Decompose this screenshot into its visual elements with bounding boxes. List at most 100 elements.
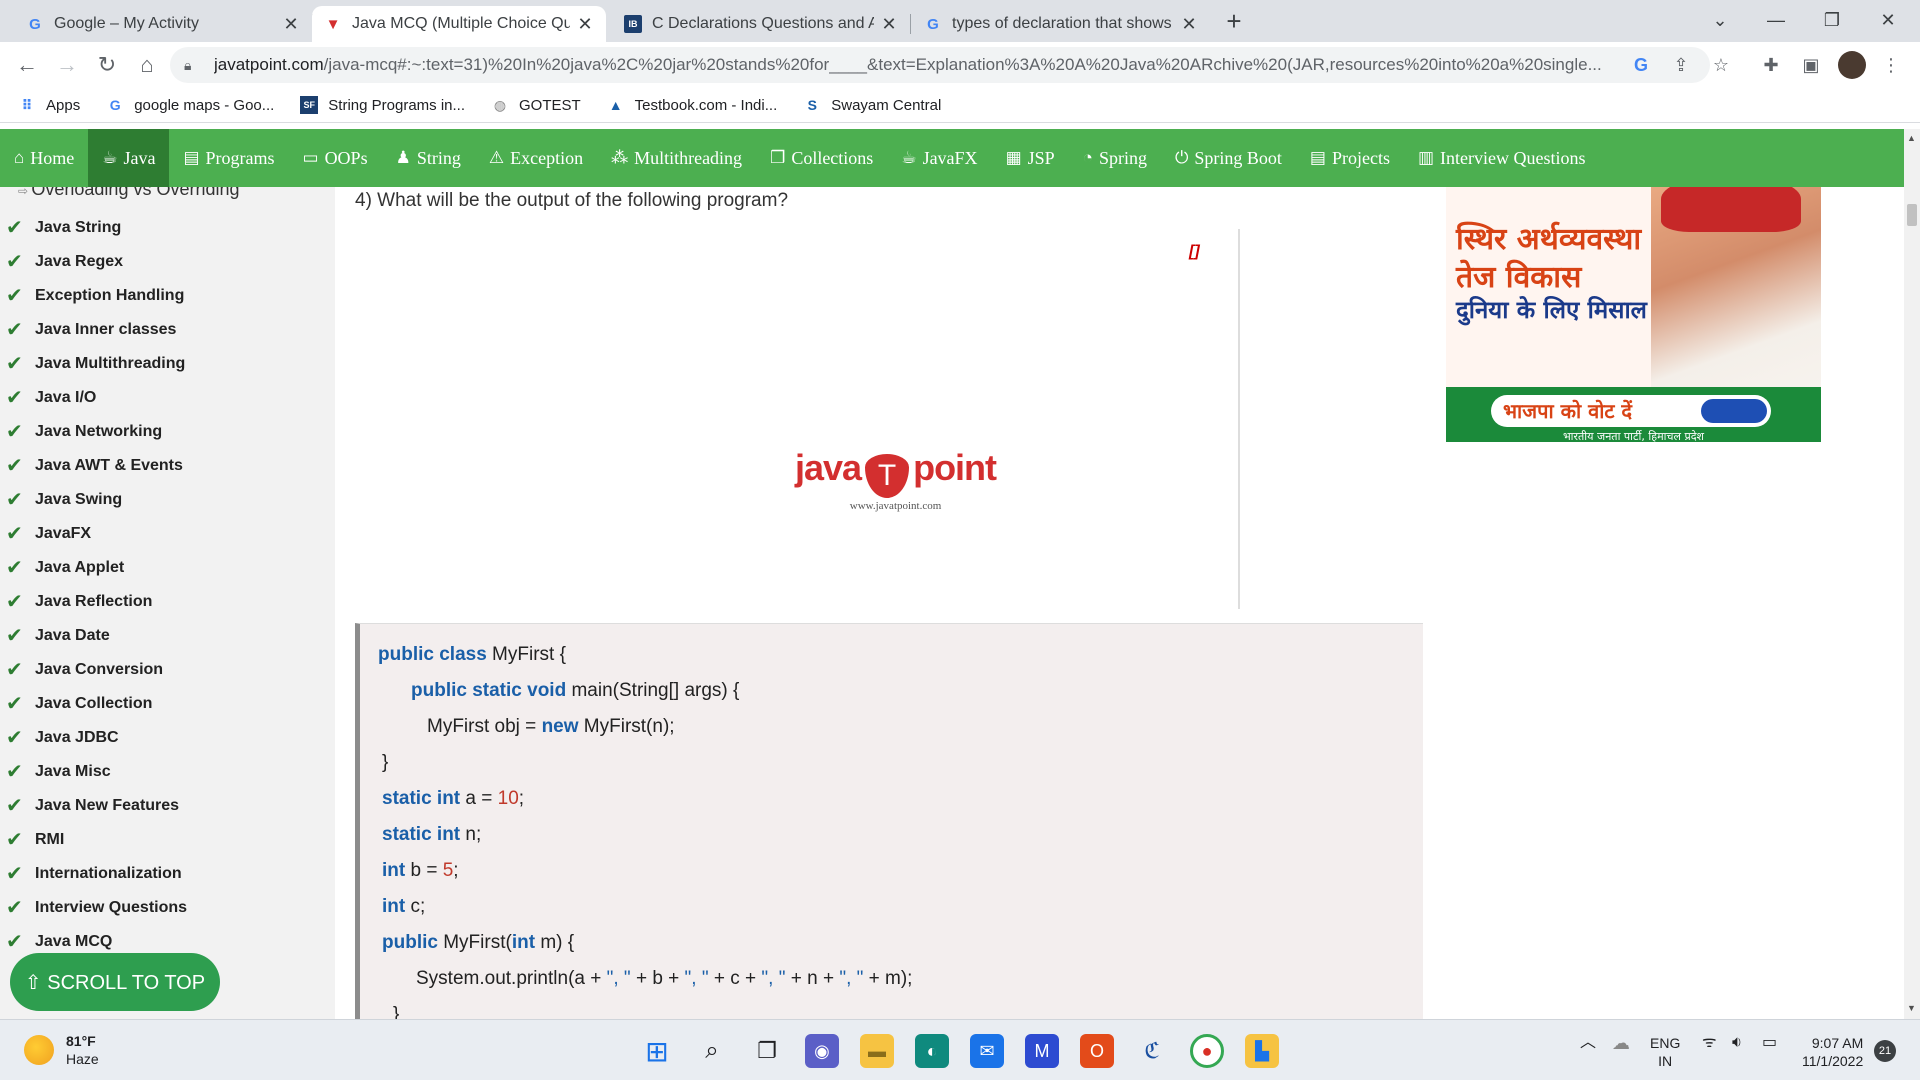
- scroll-thumb[interactable]: [1907, 204, 1917, 226]
- show-hidden-icons-chevron-icon[interactable]: ︿: [1580, 1034, 1596, 1052]
- bookmark-swayam[interactable]: S Swayam Central: [803, 96, 942, 114]
- side-panel-icon[interactable]: ▣: [1798, 52, 1824, 78]
- sidebar-item-java-awt-events[interactable]: ✔ Java AWT & Events: [6, 453, 183, 478]
- home-button[interactable]: ⌂: [132, 50, 162, 80]
- close-window-button[interactable]: ✕: [1860, 0, 1916, 40]
- address-bar[interactable]: 🔒︎ javatpoint.com/java-mcq#:~:text=31)%2…: [170, 47, 1710, 83]
- clock[interactable]: 9:07 AM 11/1/2022: [1802, 1034, 1863, 1070]
- nav-interview-questions[interactable]: ▥ Interview Questions: [1404, 129, 1600, 187]
- sidebar-item-exception-handling[interactable]: ✔ Exception Handling: [6, 283, 184, 308]
- nav-oops[interactable]: ▭ OOPs: [289, 129, 382, 187]
- notification-badge[interactable]: 21: [1874, 1040, 1896, 1062]
- notes-icon[interactable]: ▙: [1245, 1034, 1279, 1068]
- sidebar-item-java-jdbc[interactable]: ✔ Java JDBC: [6, 725, 119, 750]
- wifi-icon[interactable]: ᯤ: [1702, 1034, 1717, 1052]
- volume-icon[interactable]: 🔉︎: [1732, 1034, 1742, 1052]
- tab-c-declarations[interactable]: IB C Declarations Questions and An ✕: [612, 6, 910, 42]
- nav-programs[interactable]: ▤ Programs: [169, 129, 288, 187]
- tab-java-mcq[interactable]: ▼ Java MCQ (Multiple Choice Ques ✕: [312, 6, 606, 42]
- close-tab-icon[interactable]: ✕: [576, 14, 594, 35]
- nav-home[interactable]: ⌂ Home: [0, 129, 88, 187]
- sidebar-item-java-date[interactable]: ✔ Java Date: [6, 623, 110, 648]
- sidebar-item-java-io[interactable]: ✔ Java I/O: [6, 385, 96, 410]
- edge-icon[interactable]: ◐: [915, 1034, 949, 1068]
- close-tab-icon[interactable]: ✕: [282, 14, 300, 35]
- scroll-to-top-button[interactable]: ⇧ SCROLL TO TOP: [10, 953, 220, 1011]
- sidebar-item-interview-questions[interactable]: ✔ Interview Questions: [6, 895, 187, 920]
- sidebar-item-java-networking[interactable]: ✔ Java Networking: [6, 419, 162, 444]
- ad-frame[interactable]: [] java Tpoint www.javatpoint.com: [355, 229, 1240, 609]
- sidebar-item-java-regex[interactable]: ✔ Java Regex: [6, 249, 123, 274]
- restore-button[interactable]: ❐: [1804, 0, 1860, 40]
- chrome-icon[interactable]: ●: [1190, 1034, 1224, 1068]
- close-tab-icon[interactable]: ✕: [1180, 14, 1198, 35]
- profile-avatar[interactable]: [1838, 51, 1866, 79]
- nav-jsp[interactable]: ▦ JSP: [992, 129, 1069, 187]
- sidebar-item-javafx[interactable]: ✔ JavaFX: [6, 521, 91, 546]
- right-ad-banner[interactable]: स्थिर अर्थव्यवस्था तेज विकास दुनिया के ल…: [1446, 187, 1821, 442]
- nav-spring[interactable]: ◔ Spring: [1069, 129, 1161, 187]
- sidebar-item-overloading-vs-overriding[interactable]: ⇨ Overloading vs Overriding: [18, 187, 239, 200]
- extensions-puzzle-icon[interactable]: ✚: [1758, 52, 1784, 78]
- tab-types-of-declaration[interactable]: G types of declaration that shows a ✕: [912, 6, 1210, 42]
- google-lens-icon[interactable]: G: [1628, 52, 1654, 78]
- tab-search-chevron-icon[interactable]: ⌄: [1692, 0, 1748, 40]
- sidebar-item-java-new-features[interactable]: ✔ Java New Features: [6, 793, 179, 818]
- nav-projects[interactable]: ▤ Projects: [1296, 129, 1404, 187]
- sidebar-item-java-collection[interactable]: ✔ Java Collection: [6, 691, 152, 716]
- nav-java[interactable]: ☕︎ Java: [88, 129, 170, 187]
- mail-icon[interactable]: ✉: [970, 1034, 1004, 1068]
- share-icon[interactable]: ⇪: [1668, 52, 1694, 78]
- app-cp-icon[interactable]: ℭ: [1135, 1034, 1169, 1068]
- back-button[interactable]: ←: [12, 50, 42, 80]
- weather-widget[interactable]: 81°F Haze: [24, 1032, 99, 1068]
- sidebar-item-rmi[interactable]: ✔ RMI: [6, 827, 64, 852]
- url-text[interactable]: javatpoint.com/java-mcq#:~:text=31)%20In…: [214, 55, 1654, 75]
- sidebar-item-java-inner-classes[interactable]: ✔ Java Inner classes: [6, 317, 176, 342]
- sidebar-item-java-string[interactable]: ✔ Java String: [6, 215, 121, 240]
- sidebar-item-java-multithreading[interactable]: ✔ Java Multithreading: [6, 351, 185, 376]
- ad-choices-marker[interactable]: []: [1189, 243, 1200, 261]
- code-block: public class MyFirst { public static voi…: [355, 623, 1423, 1019]
- office-icon[interactable]: O: [1080, 1034, 1114, 1068]
- task-view-icon[interactable]: ❐: [750, 1034, 784, 1068]
- page-scrollbar[interactable]: ▲ ▼: [1904, 129, 1920, 1019]
- nav-string[interactable]: ♟︎ String: [382, 129, 475, 187]
- nav-multithreading[interactable]: ⁂ Multithreading: [597, 129, 756, 187]
- sidebar-item-java-reflection[interactable]: ✔ Java Reflection: [6, 589, 152, 614]
- language-indicator[interactable]: ENG IN: [1650, 1034, 1680, 1070]
- scroll-up-arrow-icon[interactable]: ▲: [1907, 133, 1916, 143]
- file-explorer-icon[interactable]: ▬: [860, 1034, 894, 1068]
- bookmark-apps[interactable]: ⠿ Apps: [18, 96, 81, 114]
- sidebar-item-java-swing[interactable]: ✔ Java Swing: [6, 487, 122, 512]
- start-windows-icon[interactable]: ⊞: [640, 1034, 674, 1068]
- nav-exception[interactable]: ⚠︎ Exception: [475, 129, 597, 187]
- reload-button[interactable]: ↻: [92, 50, 122, 80]
- onedrive-cloud-icon[interactable]: ☁: [1612, 1034, 1630, 1052]
- menu-kebab-icon[interactable]: ⋮: [1878, 52, 1904, 78]
- minimize-button[interactable]: —: [1748, 0, 1804, 40]
- bookmark-google-maps[interactable]: G google maps - Goo...: [106, 96, 275, 114]
- battery-icon[interactable]: ▭: [1762, 1034, 1777, 1052]
- nav-javafx[interactable]: ☕︎ JavaFX: [887, 129, 991, 187]
- forward-button[interactable]: →: [52, 50, 82, 80]
- teams-chat-icon[interactable]: ◉: [805, 1034, 839, 1068]
- bookmark-string-programs[interactable]: SF String Programs in...: [300, 96, 465, 114]
- sidebar-item-java-mcq[interactable]: ✔ Java MCQ: [6, 929, 112, 954]
- new-tab-button[interactable]: +: [1220, 8, 1248, 36]
- tab-google-activity[interactable]: G Google – My Activity ✕: [14, 6, 312, 42]
- scroll-down-arrow-icon[interactable]: ▼: [1907, 1003, 1916, 1013]
- sidebar-item-java-applet[interactable]: ✔ Java Applet: [6, 555, 124, 580]
- search-icon[interactable]: ⌕: [695, 1034, 729, 1068]
- sidebar-item-internationalization[interactable]: ✔ Internationalization: [6, 861, 182, 886]
- bookmark-testbook[interactable]: ▲ Testbook.com - Indi...: [607, 96, 778, 114]
- app-m-icon[interactable]: M: [1025, 1034, 1059, 1068]
- close-tab-icon[interactable]: ✕: [880, 14, 898, 35]
- nav-spring-boot[interactable]: ⏻︎ Spring Boot: [1161, 129, 1296, 187]
- nav-collections[interactable]: ❒ Collections: [756, 129, 887, 187]
- sidebar-item-java-conversion[interactable]: ✔ Java Conversion: [6, 657, 163, 682]
- sidebar-item-java-misc[interactable]: ✔ Java Misc: [6, 759, 111, 784]
- bookmark-gotest[interactable]: ◍ GOTEST: [491, 96, 581, 114]
- bookmark-star-icon[interactable]: ☆: [1708, 52, 1734, 78]
- lock-icon[interactable]: 🔒︎: [184, 57, 200, 73]
